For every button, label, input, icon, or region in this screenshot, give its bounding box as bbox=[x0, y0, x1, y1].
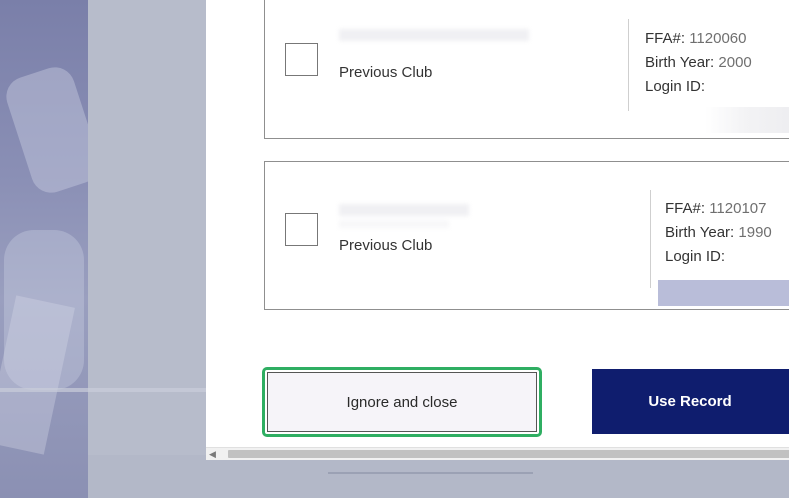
birth-year-value: 1990 bbox=[738, 224, 772, 241]
redacted-player-name-detail bbox=[339, 220, 449, 228]
record-details: FFA#: 1120107 Birth Year: 1990 Login ID: bbox=[665, 197, 772, 269]
redacted-player-name bbox=[339, 204, 469, 216]
login-id-label: Login ID: bbox=[665, 248, 726, 265]
ignore-and-close-label: Ignore and close bbox=[267, 372, 537, 432]
record-card: Previous Club FFA#: 1120060 Birth Year: … bbox=[264, 0, 789, 139]
backdrop-image bbox=[0, 0, 105, 498]
ffa-number-row: FFA#: 1120107 bbox=[665, 197, 772, 221]
ffa-number-label: FFA#: bbox=[665, 200, 706, 217]
birth-year-row: Birth Year: 2000 bbox=[645, 51, 752, 75]
horizontal-scrollbar[interactable]: ◀ bbox=[206, 447, 789, 460]
screen: Previous Club FFA#: 1120060 Birth Year: … bbox=[0, 0, 789, 498]
record-details: FFA#: 1120060 Birth Year: 2000 Login ID: bbox=[645, 27, 752, 99]
ffa-number-label: FFA#: bbox=[645, 30, 686, 47]
ffa-number-value: 1120060 bbox=[689, 30, 747, 47]
login-id-label: Login ID: bbox=[645, 78, 706, 95]
birth-year-row: Birth Year: 1990 bbox=[665, 221, 772, 245]
record-select-checkbox[interactable] bbox=[285, 43, 318, 76]
use-record-button[interactable]: Use Record bbox=[592, 369, 789, 434]
club-label: Previous Club bbox=[339, 64, 433, 81]
card-divider bbox=[650, 190, 651, 288]
backdrop-overlay bbox=[88, 0, 206, 498]
record-card: Previous Club FFA#: 1120107 Birth Year: … bbox=[264, 161, 789, 310]
redacted-login-id bbox=[658, 280, 789, 306]
login-id-row: Login ID: bbox=[665, 245, 772, 269]
club-label: Previous Club bbox=[339, 237, 433, 254]
ffa-number-row: FFA#: 1120060 bbox=[645, 27, 752, 51]
scroll-left-arrow-icon[interactable]: ◀ bbox=[209, 449, 216, 460]
scrollbar-thumb[interactable] bbox=[228, 450, 789, 458]
duplicate-records-modal: Previous Club FFA#: 1120060 Birth Year: … bbox=[206, 0, 789, 455]
birth-year-label: Birth Year: bbox=[645, 54, 715, 71]
record-select-checkbox[interactable] bbox=[285, 213, 318, 246]
backdrop-line bbox=[0, 388, 206, 392]
redacted-login-id bbox=[705, 107, 789, 133]
ffa-number-value: 1120107 bbox=[709, 200, 767, 217]
card-divider bbox=[628, 19, 629, 111]
ignore-and-close-button[interactable]: Ignore and close bbox=[262, 367, 542, 437]
birth-year-value: 2000 bbox=[718, 54, 752, 71]
login-id-row: Login ID: bbox=[645, 75, 752, 99]
birth-year-label: Birth Year: bbox=[665, 224, 735, 241]
redacted-player-name bbox=[339, 29, 529, 41]
